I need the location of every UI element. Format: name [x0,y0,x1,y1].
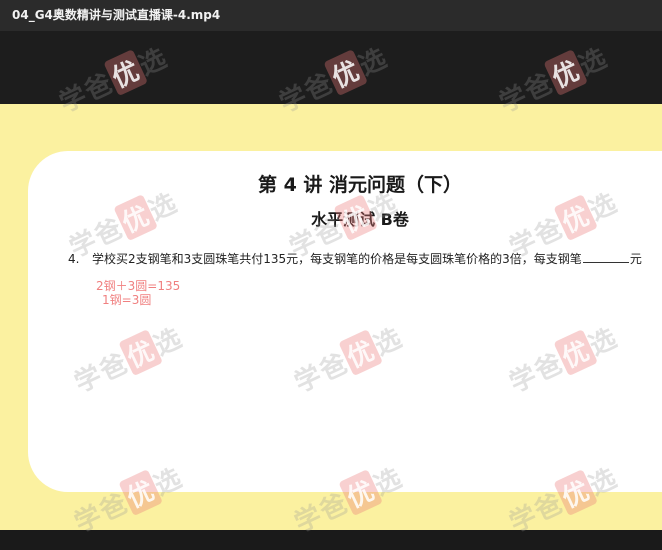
window-title: 04_G4奥数精讲与测试直播课-4.mp4 [12,8,221,22]
question-text: 学校买2支钢笔和3支圆珠笔共付135元，每支钢笔的价格是每支圆珠笔价格的3倍，每… [92,252,582,266]
window-title-bar: 04_G4奥数精讲与测试直播课-4.mp4 [0,0,662,31]
video-frame[interactable]: 第 4 讲 消元问题（下） 水平测试 B卷 4. 学校买2支钢笔和3支圆珠笔共付1… [0,104,662,530]
question-unit: 元 [629,252,642,266]
handwritten-note-relation: 1钢=3圆 [102,293,152,307]
lecture-title: 第 4 讲 消元问题（下） [257,174,463,196]
question-4: 4. 学校买2支钢笔和3支圆珠笔共付135元，每支钢笔的价格是每支圆珠笔价格的3倍… [68,250,642,267]
video-letterbox-bottom [0,530,662,550]
answer-blank [582,253,629,263]
